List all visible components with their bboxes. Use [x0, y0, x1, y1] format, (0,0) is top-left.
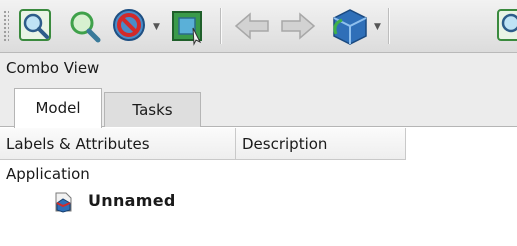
draw-style-icon[interactable]	[108, 4, 152, 52]
tab-tasks[interactable]: Tasks	[104, 92, 201, 127]
column-header-labels-attributes[interactable]: Labels & Attributes	[0, 128, 236, 160]
tree-root-application[interactable]: Application	[6, 164, 90, 184]
forward-arrow-icon[interactable]	[276, 4, 320, 52]
document-icon	[52, 191, 74, 221]
bounding-box-icon[interactable]	[166, 4, 210, 52]
toolbar-grip-handle[interactable]	[3, 10, 9, 42]
toolbar-separator	[220, 8, 221, 44]
fit-selection-icon[interactable]	[62, 4, 106, 52]
combo-view-tabs: Model Tasks	[0, 83, 517, 128]
fit-all-icon-partial[interactable]	[492, 4, 517, 52]
tab-model[interactable]: Model	[14, 88, 102, 128]
column-header-description[interactable]: Description	[236, 128, 406, 160]
fit-all-icon[interactable]	[14, 4, 58, 52]
toolbar-separator	[388, 8, 389, 44]
back-arrow-icon[interactable]	[230, 4, 274, 52]
std-views-dropdown-arrow-icon[interactable]: ▼	[374, 22, 381, 32]
view-toolbar: ▼ ▼	[0, 0, 517, 53]
combo-view-title: Combo View	[0, 53, 517, 83]
tree-header: Labels & Attributes Description	[0, 128, 517, 160]
draw-style-dropdown-arrow-icon[interactable]: ▼	[153, 22, 160, 32]
tab-tasks-label: Tasks	[132, 101, 173, 119]
tab-model-label: Model	[35, 99, 81, 117]
std-views-icon[interactable]	[328, 4, 372, 52]
tree-item-label: Unnamed	[88, 191, 176, 210]
